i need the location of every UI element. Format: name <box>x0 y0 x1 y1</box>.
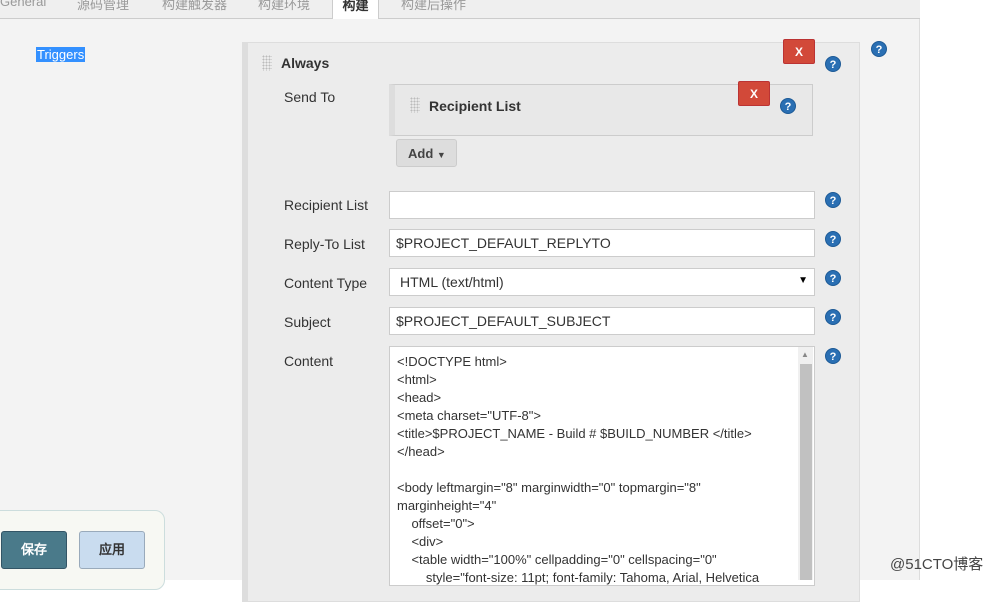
tab-scm[interactable]: 源码管理 <box>77 0 129 19</box>
content-type-select[interactable]: HTML (text/html) ▼ <box>389 268 815 296</box>
recipient-block-title: Recipient List <box>429 98 521 114</box>
dropdown-arrow-icon: ▼ <box>798 275 808 286</box>
content-textarea[interactable]: <!DOCTYPE html> <html> <head> <meta char… <box>389 346 815 586</box>
reply-to-input[interactable]: $PROJECT_DEFAULT_REPLYTO <box>389 229 815 257</box>
help-icon[interactable]: ? <box>780 98 796 114</box>
tab-post-build[interactable]: 构建后操作 <box>401 0 466 19</box>
caret-down-icon: ▼ <box>436 150 446 160</box>
recipient-list-input[interactable] <box>389 191 815 219</box>
content-type-value: HTML (text/html) <box>400 274 504 290</box>
drag-handle-icon[interactable] <box>262 55 272 71</box>
tab-bar: General 源码管理 构建触发器 构建环境 构建 构建后操作 <box>0 0 920 19</box>
content-label: Content <box>284 353 334 369</box>
help-icon[interactable]: ? <box>825 270 841 286</box>
section-label-triggers: Triggers <box>36 47 86 62</box>
trigger-title: Always <box>281 55 330 71</box>
tab-environment[interactable]: 构建环境 <box>258 0 310 19</box>
field-label: Subject <box>284 314 331 330</box>
add-label: Add <box>408 146 434 161</box>
scrollbar-thumb[interactable] <box>800 364 812 580</box>
delete-recipient-button[interactable]: X <box>738 81 770 106</box>
help-icon[interactable]: ? <box>825 309 841 325</box>
subject-input[interactable]: $PROJECT_DEFAULT_SUBJECT <box>389 307 815 335</box>
field-label: Recipient List <box>284 197 369 213</box>
watermark: @51CTO博客 <box>890 556 984 573</box>
delete-trigger-button[interactable]: X <box>783 39 815 64</box>
field-label: Content Type <box>284 275 368 291</box>
drag-handle-icon[interactable] <box>410 97 420 113</box>
help-icon[interactable]: ? <box>825 231 841 247</box>
add-button[interactable]: Add ▼ <box>396 139 457 167</box>
apply-button[interactable]: 应用 <box>79 531 145 569</box>
help-icon[interactable]: ? <box>825 56 841 72</box>
field-label: Reply-To List <box>284 236 365 252</box>
config-page: General 源码管理 构建触发器 构建环境 构建 构建后操作 Trigger… <box>0 0 920 602</box>
help-icon[interactable]: ? <box>825 348 841 364</box>
scroll-up-icon[interactable]: ▲ <box>801 350 809 359</box>
tab-build[interactable]: 构建 <box>332 0 379 19</box>
send-to-label: Send To <box>284 89 336 105</box>
help-icon[interactable]: ? <box>871 41 887 57</box>
help-icon[interactable]: ? <box>825 192 841 208</box>
tab-triggers[interactable]: 构建触发器 <box>162 0 227 19</box>
save-button[interactable]: 保存 <box>1 531 67 569</box>
tab-general[interactable]: General <box>0 0 46 19</box>
